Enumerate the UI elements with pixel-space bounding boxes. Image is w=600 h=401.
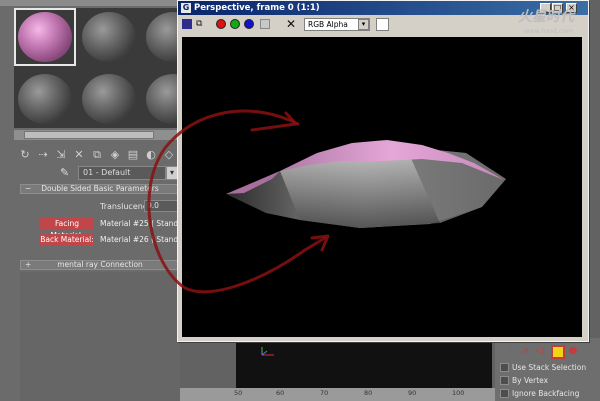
ruler-tick: 90	[408, 389, 417, 397]
rendered-surface	[226, 140, 506, 228]
back-material-button[interactable]: Material #26 ( Standard )	[100, 234, 180, 246]
put-to-library-icon[interactable]: ▤	[126, 148, 140, 162]
alpha-icon[interactable]	[260, 19, 270, 29]
pixel-color-swatch	[376, 18, 389, 31]
polygon-icon[interactable]	[551, 345, 565, 359]
material-editor-menubar	[0, 0, 180, 6]
material-name-row: ✎ 01 - Default ▾	[60, 166, 180, 182]
translucency-spinner[interactable]: 0.0	[144, 200, 180, 212]
material-name-field[interactable]: 01 - Default	[78, 166, 166, 180]
assign-icon[interactable]: ⇲	[54, 148, 68, 162]
rendered-frame-window: G Perspective, frame 0 (1:1) _ □ × ⧉ ✕ R…	[177, 0, 589, 342]
vertex-icon[interactable]: ⁘	[505, 345, 517, 357]
copy-material-icon[interactable]: ⧉	[90, 148, 104, 162]
face-icon[interactable]: ◁	[533, 345, 545, 357]
render-output	[182, 37, 582, 337]
ruler-tick: 70	[320, 389, 329, 397]
rollout-double-sided-params[interactable]: − Double Sided Basic Parameters	[20, 184, 180, 194]
material-editor-toolbar: ↻ ⇢ ⇲ ✕ ⧉ ◈ ▤ ◐ ◇	[14, 146, 180, 166]
watermark-url: www.hxsd.com	[524, 27, 573, 35]
put-to-scene-icon[interactable]: ⇢	[36, 148, 50, 162]
material-editor-empty-panel	[20, 272, 180, 401]
eyedropper-icon[interactable]: ✎	[60, 166, 74, 180]
clear-icon[interactable]: ✕	[286, 17, 298, 31]
rollout-title: mental ray Connection	[57, 260, 143, 269]
by-vertex-checkbox[interactable]: By Vertex	[500, 375, 600, 387]
checkbox-label: Use Stack Selection	[512, 363, 587, 372]
facing-material-label: Facing Material:	[40, 218, 94, 240]
facing-material-button[interactable]: Material #25 ( Standard )	[100, 218, 180, 230]
material-sphere-icon	[82, 74, 136, 124]
app-icon: G	[181, 3, 191, 13]
ruler-tick: 80	[364, 389, 373, 397]
scrollbar-thumb[interactable]	[24, 131, 154, 139]
sample-slot-1[interactable]	[14, 8, 76, 66]
ruler-tick: 50	[234, 389, 243, 397]
material-editor-side-toolbar	[0, 8, 14, 134]
sample-slot-4[interactable]	[14, 70, 76, 128]
selection-level-icons: ⁘ ⩘ ◁ ●	[505, 345, 577, 359]
watermark-logo: 火星时代	[518, 9, 574, 25]
reset-icon[interactable]: ✕	[72, 148, 86, 162]
checkbox-box[interactable]	[500, 363, 509, 372]
disk-icon[interactable]	[182, 19, 192, 29]
checkbox-label: By Vertex	[512, 376, 549, 385]
checkbox-box[interactable]	[500, 376, 509, 385]
slots-horizontal-scrollbar[interactable]	[14, 130, 180, 140]
checkbox-label: Ignore Backfacing	[512, 389, 580, 398]
clone-icon[interactable]: ⧉	[196, 19, 206, 29]
material-sphere-icon	[82, 12, 136, 62]
edge-icon[interactable]: ⩘	[519, 345, 531, 357]
show-map-icon[interactable]: ◇	[162, 148, 176, 162]
sample-slots	[14, 8, 204, 128]
make-unique-icon[interactable]: ◈	[108, 148, 122, 162]
get-material-icon[interactable]: ↻	[18, 148, 32, 162]
window-title: Perspective, frame 0 (1:1)	[194, 3, 320, 13]
rollout-title: Double Sided Basic Parameters	[41, 184, 159, 193]
material-sphere-icon	[18, 12, 72, 62]
rollout-mental-ray-connection[interactable]: + mental ray Connection	[20, 260, 180, 270]
use-stack-selection-checkbox[interactable]: Use Stack Selection	[500, 362, 600, 374]
sample-slot-5[interactable]	[78, 70, 140, 128]
channel-red-icon[interactable]	[216, 19, 226, 29]
element-icon[interactable]: ●	[567, 345, 579, 357]
watermark: 火星时代 www.hxsd.com	[510, 6, 600, 38]
material-id-icon[interactable]: ◐	[144, 148, 158, 162]
sample-slot-2[interactable]	[78, 8, 140, 66]
checkbox-box[interactable]	[500, 389, 509, 398]
channel-green-icon[interactable]	[230, 19, 240, 29]
axis-tripod-icon	[261, 347, 274, 356]
ruler-tick: 60	[276, 389, 285, 397]
back-material-label: Back Material:	[40, 234, 94, 246]
ignore-backfacing-checkbox[interactable]: Ignore Backfacing	[500, 388, 600, 400]
chevron-down-icon[interactable]: ▾	[358, 19, 369, 30]
ruler-tick: 100	[452, 389, 465, 397]
channel-blue-icon[interactable]	[244, 19, 254, 29]
material-sphere-icon	[18, 74, 72, 124]
